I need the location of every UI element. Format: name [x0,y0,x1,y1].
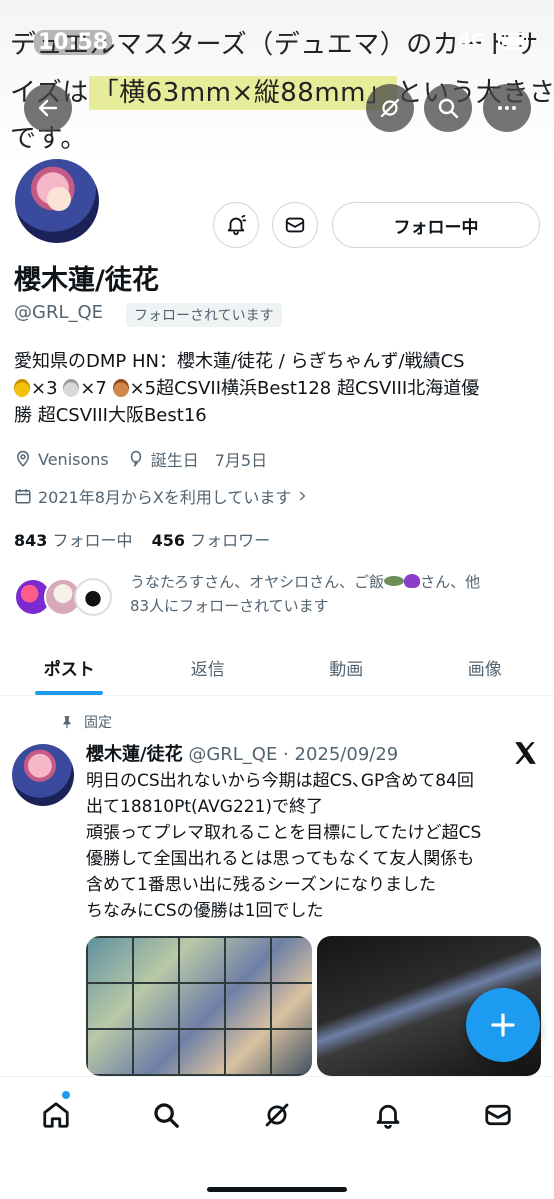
tab-posts[interactable]: ポスト [0,640,139,695]
more-button[interactable] [483,84,531,132]
bronze-count: ×5 [129,378,157,399]
status-time: 10:58 [34,30,113,55]
nav-grok[interactable] [257,1095,297,1135]
followed-by-text: うなたろすさん、オヤシロさん、ご飯 さん、他 83人にフォローされています [130,570,544,618]
status-indicators: 4G [458,30,528,51]
tab-replies[interactable]: 返信 [139,640,278,695]
followers-count: 456 [151,531,186,550]
calendar-icon [15,489,31,504]
grok-icon [380,98,400,118]
followers-link[interactable]: 456 フォロワー [152,531,271,550]
profile-banner[interactable]: デュエルマスターズ（デュエマ）のカードサ イズは「横63mm×縦88mm」という… [0,0,554,160]
post-line: ちなみにCSの優勝は1回でした [86,901,324,921]
followed-by-part1: うなたろすさん、オヤシロさん、ご飯 [130,573,385,591]
following-button[interactable]: フォロー中 [332,202,540,248]
follows-you-badge: フォローされています [126,303,282,327]
notification-bell-icon [227,214,247,236]
following-link[interactable]: 843 フォロー中 [14,531,133,550]
birthday-text: 誕生日 7月5日 [150,451,268,470]
location-icon [16,450,30,467]
nav-search[interactable] [146,1095,186,1135]
bio-line2: ×3 ×7 ×5超CSVII横浜Best128 超CSVIII北海道優 [14,375,540,402]
message-icon [485,1104,511,1126]
battery-icon [498,33,528,49]
avatar-face [47,187,71,211]
profile-avatar[interactable] [12,156,102,246]
tab-videos[interactable]: 動画 [277,640,416,695]
post-avatar[interactable] [12,744,74,806]
silver-count: ×7 [80,378,107,399]
banner-text-line2: イズは「横63mm×縦88mm」という大きさ [10,72,554,110]
grok-button[interactable] [366,84,414,132]
joined-text: 2021年8月からXを利用しています [38,488,292,507]
post-line: 頑張ってプレマ取れることを目標にしてたけど超CS [86,823,482,843]
ufo-emoji-icon [384,576,405,586]
gold-medal-icon [14,379,30,397]
post-image-cards[interactable] [86,936,312,1076]
following-label: フォロー中 [52,531,133,550]
home-icon [43,1102,69,1128]
location-text: Venisons [38,449,109,469]
compose-button[interactable] [466,988,540,1062]
followers-label: フォロワー [190,531,271,550]
network-label: 4G [458,30,486,51]
profile-tabs: ポスト 返信 動画 画像 [0,640,554,696]
chevron-right-icon [300,491,306,501]
post-text[interactable]: 明日のCS出れないから今期は超CS､GP含めて84回 出て18810Pt(AVG… [86,768,544,924]
bottom-navigation [0,1076,554,1199]
search-button[interactable] [424,84,472,132]
nav-messages[interactable] [478,1095,518,1135]
profile-name: 櫻木蓮/徒花 [14,265,159,296]
followed-by-part2: さん、他 [420,573,481,591]
message-icon [285,217,305,233]
location: Venisons [14,450,109,469]
plus-icon [491,1013,515,1037]
more-icon [498,106,516,110]
post-line: 明日のCS出れないから今期は超CS､GP含めて84回 [86,771,474,791]
post-author-name[interactable]: 櫻木蓮/徒花 [86,744,183,765]
profile-handle: @GRL_QE [14,302,104,323]
nav-home[interactable] [36,1095,76,1135]
balloon-icon [130,450,141,467]
purple-heart-icon [404,574,421,588]
banner-highlight: 「横63mm×縦88mm」 [88,76,397,110]
search-icon [438,98,459,119]
followers-you-know[interactable]: うなたろすさん、オヤシロさん、ご飯 さん、他 83人にフォローされています [14,570,544,624]
bio-line1: 愛知県のDMP HN：櫻木蓮/徒花 / らぎちゃんず/戦績CS [14,351,465,372]
home-indicator [207,1187,347,1192]
following-count: 843 [14,531,48,550]
pinned-label: 固定 [60,712,112,732]
follower-avatar [74,578,112,616]
birthday: 誕生日 7月5日 [127,447,267,471]
bronze-medal-icon [112,379,129,397]
followed-by-line2: 83人にフォローされています [130,597,329,615]
joined-row[interactable]: 2021年8月からXを利用しています [14,484,309,508]
nav-notifications[interactable] [368,1095,408,1135]
back-arrow-icon [38,99,58,117]
grok-icon [265,1103,289,1127]
post-line: 優勝して全国出れるとは思ってもなくて友人関係も [86,849,475,869]
x-logo-icon [515,742,536,764]
profile-meta: Venisons 誕生日 7月5日 [14,447,285,471]
bio-line2-rest: 超CSVII横浜Best128 超CSVIII北海道優 [156,378,480,399]
home-unread-dot [62,1091,70,1099]
tab-images[interactable]: 画像 [416,640,554,695]
message-button[interactable] [272,202,318,248]
silver-medal-icon [63,379,80,397]
profile-bio: 愛知県のDMP HN：櫻木蓮/徒花 / らぎちゃんず/戦績CS ×3 ×7 ×5… [14,348,540,429]
pin-icon [63,716,71,729]
post-meta: @GRL_QE · 2025/09/29 [188,744,399,765]
bio-line3: 勝 超CSVIII大阪Best16 [14,405,207,426]
back-button[interactable] [24,84,72,132]
post-line: 出て18810Pt(AVG221)で終了 [86,797,324,817]
post-line: 含めて1番思い出に残るシーズンになりました [86,875,436,895]
bell-icon [376,1104,400,1129]
post-header: 櫻木蓮/徒花 @GRL_QE · 2025/09/29 [86,740,398,766]
follow-counts: 843 フォロー中 456 フォロワー [14,527,270,551]
notification-bell-button[interactable] [213,202,259,248]
search-icon [154,1103,179,1128]
pinned-text: 固定 [84,715,112,731]
gold-count: ×3 [31,378,58,399]
